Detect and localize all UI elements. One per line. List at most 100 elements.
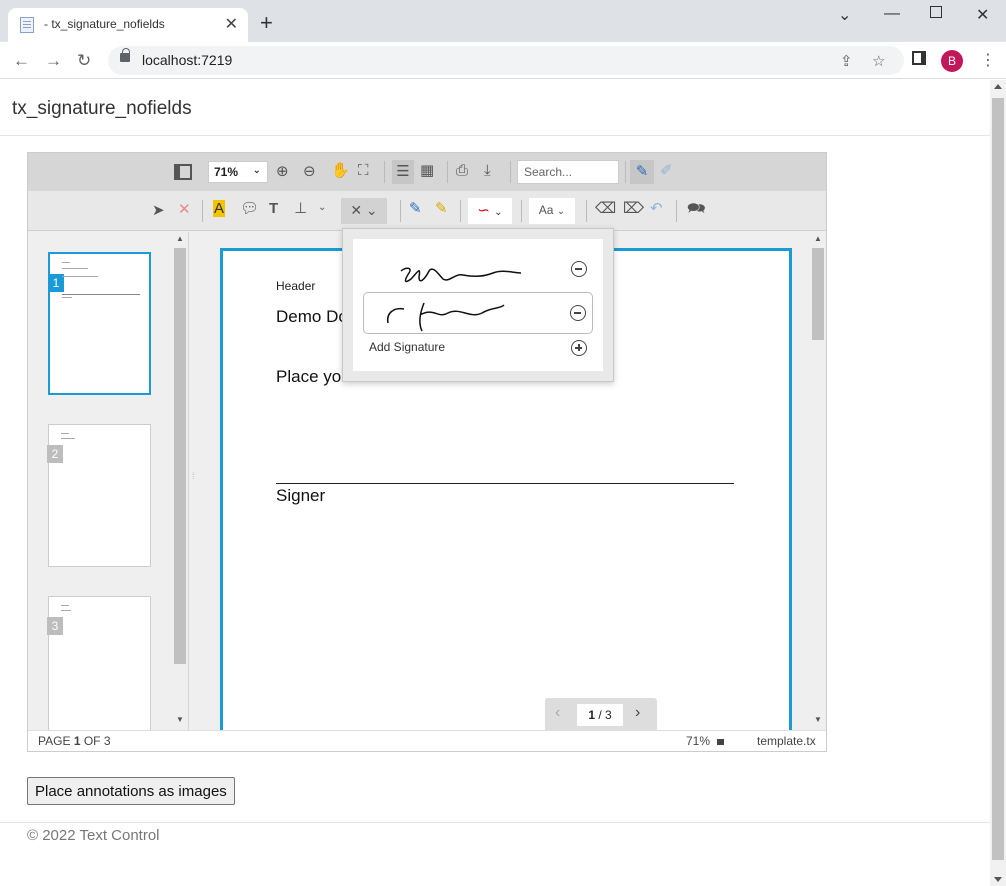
thumbnail-line [62, 268, 88, 269]
thumbnail-line [62, 262, 70, 263]
reload-icon[interactable]: ↻ [77, 51, 91, 71]
separator [202, 200, 203, 222]
scroll-up-arrow-icon[interactable] [994, 84, 1002, 89]
divider [0, 822, 990, 823]
scrollbar-thumb[interactable] [174, 248, 186, 664]
text-tool-icon[interactable]: T [269, 201, 278, 216]
more-menu-icon[interactable]: ⋮ [980, 50, 996, 70]
stamp-icon[interactable]: ⊥ [294, 201, 307, 216]
scroll-down-arrow-icon[interactable]: ▼ [814, 716, 822, 724]
eraser-all-icon[interactable]: ⌦ [623, 201, 644, 216]
forward-arrow-icon[interactable]: → [45, 51, 62, 71]
thumbnail-number: 2 [47, 445, 63, 463]
thumbnail-line [61, 610, 71, 611]
back-arrow-icon[interactable]: ← [13, 51, 30, 71]
drag-handle-icon[interactable]: ⁞ [192, 472, 195, 481]
pen-blue-icon[interactable]: ✎ [409, 201, 422, 216]
thumbnail-scrollbar[interactable]: ▲ ▼ [174, 232, 186, 730]
signature-drawing [386, 302, 505, 332]
address-bar[interactable]: localhost:7219 ⇪ ☆ [108, 46, 904, 75]
thumbnail-page-1[interactable]: 1 [48, 252, 151, 395]
remove-signature-icon[interactable] [570, 305, 586, 321]
comment-icon[interactable]: 💬︎ [240, 201, 259, 216]
comments-panel-icon[interactable]: 🗪︎ [687, 201, 706, 216]
highlighter-yellow-icon[interactable]: ✎ [435, 201, 448, 216]
panel-splitter[interactable]: ⁞ [188, 232, 202, 730]
star-icon[interactable]: ☆ [872, 52, 885, 70]
zoom-in-icon[interactable]: ⊕ [276, 164, 289, 179]
grid-view-icon[interactable]: ▦ [420, 163, 434, 178]
thumbnail-line [62, 276, 98, 277]
maximize-button[interactable] [930, 6, 942, 18]
signature-popup: Add Signature [342, 228, 614, 382]
side-panel-icon[interactable] [912, 51, 926, 65]
document-scrollbar[interactable]: ▲ ▼ [810, 232, 826, 730]
zoom-out-icon[interactable]: ⊖ [303, 164, 316, 179]
close-window-button[interactable]: ✕ [976, 5, 989, 25]
text-highlight-icon[interactable]: A [213, 200, 226, 217]
close-tab-icon[interactable]: ✕ [225, 14, 238, 34]
browser-tab[interactable]: - tx_signature_nofields ✕ [8, 8, 248, 42]
select-pointer-icon[interactable]: ➤ [152, 203, 165, 218]
new-tab-button[interactable]: + [260, 12, 273, 34]
add-signature-label[interactable]: Add Signature [369, 340, 445, 354]
divider [0, 135, 990, 136]
thumbnail-number: 3 [47, 617, 63, 635]
url-text: localhost:7219 [142, 52, 233, 68]
remove-signature-icon[interactable] [571, 261, 587, 277]
pan-hand-icon[interactable]: ✋ [331, 163, 350, 178]
share-icon[interactable]: ⇪ [840, 52, 853, 70]
single-page-view-icon[interactable]: ☰ [392, 160, 414, 184]
avatar[interactable]: B [941, 50, 963, 72]
ink-color-select[interactable]: ∽ ⌄ [468, 198, 512, 224]
tab-title: - tx_signature_nofields [44, 17, 165, 31]
zoom-value: 71% [214, 165, 239, 179]
chevron-down-icon[interactable]: ⌄ [838, 5, 851, 25]
search-input[interactable]: Search... [517, 160, 619, 184]
scrollbar-thumb[interactable] [992, 98, 1004, 860]
status-zoom: 71% [686, 734, 711, 748]
page-total: / 3 [595, 708, 612, 722]
chevron-down-icon: ⌄ [252, 165, 261, 176]
page-navigator: ‹ 1 / 3 › [545, 698, 657, 730]
add-signature-icon[interactable] [571, 340, 587, 356]
signature-list: Add Signature [353, 239, 603, 371]
font-size-select[interactable]: Aa ⌄ [529, 198, 575, 224]
eraser-icon[interactable]: ⌫ [595, 201, 616, 216]
thumbnail-page-2[interactable]: 2 [47, 424, 151, 567]
scrollbar-thumb[interactable] [812, 248, 824, 340]
print-icon[interactable]: ⎙ [456, 163, 468, 178]
footer-copyright: © 2022 Text Control [27, 827, 160, 844]
viewer-toolbar-main: 71% ⌄ ⊕ ⊖ ✋ ⛶ ☰ ▦ ⎙ ⤓ Search... ✎ ✐ [28, 153, 826, 191]
place-annotations-button[interactable]: Place annotations as images [27, 777, 235, 805]
thumbnail-page-3[interactable]: 3 [47, 596, 151, 736]
separator [384, 161, 385, 183]
next-page-icon[interactable]: › [635, 704, 640, 722]
scroll-up-arrow-icon[interactable]: ▲ [814, 235, 822, 243]
separator [460, 200, 461, 222]
download-icon[interactable]: ⤓ [484, 163, 491, 178]
thumbnail-panel: 1 2 3 [28, 232, 188, 736]
signature-drawing [400, 267, 522, 283]
scroll-down-arrow-icon[interactable] [994, 877, 1002, 882]
zoom-select[interactable]: 71% ⌄ [208, 161, 268, 183]
sidebar-toggle-icon[interactable] [174, 164, 192, 180]
saved-signature-1[interactable] [363, 249, 593, 291]
scroll-up-arrow-icon[interactable]: ▲ [176, 235, 184, 243]
scroll-down-arrow-icon[interactable]: ▼ [176, 716, 184, 724]
undo-icon[interactable]: ↶ [650, 201, 663, 216]
signature-x-button[interactable]: ✕ ⌄ [341, 198, 387, 224]
separator [447, 161, 448, 183]
page-scrollbar[interactable] [990, 80, 1006, 886]
thumbnail-line [61, 433, 69, 434]
doc-title: Demo Do [276, 307, 348, 326]
signature-pen-icon[interactable]: ✎ [630, 160, 654, 184]
signature-line [276, 483, 734, 484]
edit-document-icon[interactable]: ✐ [660, 163, 673, 178]
fit-page-icon[interactable]: ⛶ [358, 163, 369, 178]
minimize-button[interactable]: — [884, 5, 900, 23]
saved-signature-2[interactable] [363, 292, 593, 334]
chevron-down-icon[interactable]: ⌄ [318, 203, 326, 213]
prev-page-icon[interactable]: ‹ [555, 704, 560, 722]
delete-x-icon[interactable]: ✕ [178, 202, 191, 217]
